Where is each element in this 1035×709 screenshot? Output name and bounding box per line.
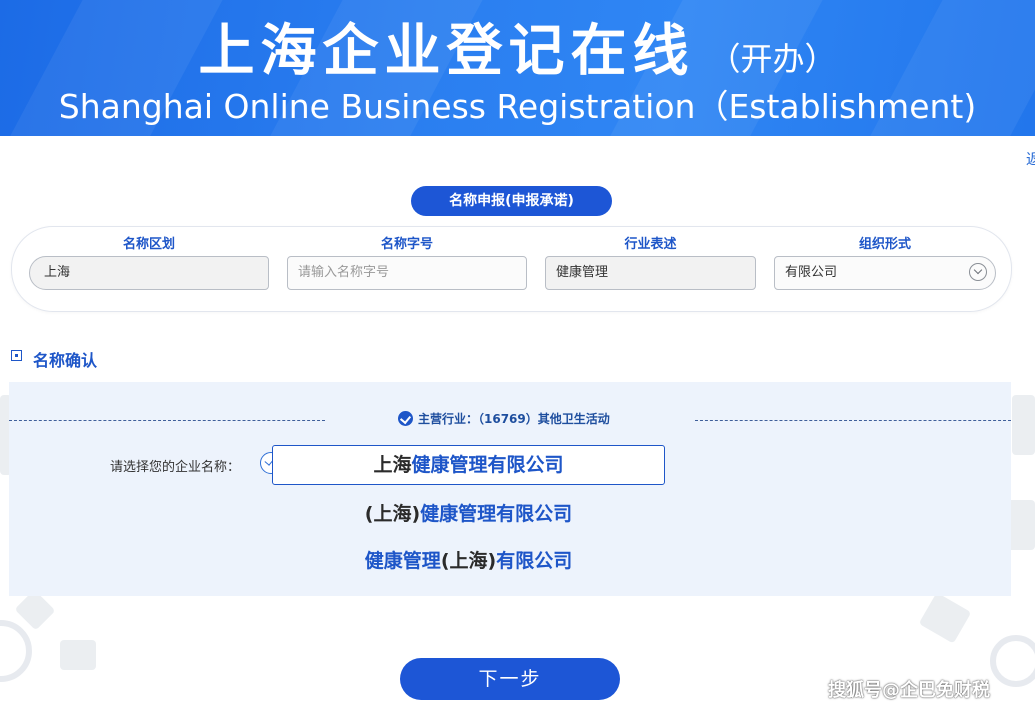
name-option-part: (上海) xyxy=(440,550,497,572)
decoration xyxy=(0,620,32,682)
banner-title-cn-suffix: （开办） xyxy=(708,40,837,78)
decoration xyxy=(1012,395,1035,455)
name-option-3[interactable]: 健康管理(上海)有限公司 xyxy=(272,547,665,575)
name-option-1[interactable]: 上海健康管理有限公司 xyxy=(272,445,665,485)
banner-title-cn: 上海企业登记在线 （开办） xyxy=(0,6,1035,87)
trade-name-input[interactable]: 请输入名称字号 xyxy=(287,256,527,290)
region-field[interactable]: 上海 xyxy=(29,256,269,290)
section-square-icon xyxy=(11,350,22,361)
name-application-title: 名称申报(申报承诺) xyxy=(411,186,612,216)
name-option-part: 有限公司 xyxy=(496,550,573,572)
next-step-button[interactable]: 下一步 xyxy=(400,658,620,700)
banner-title-cn-main: 上海企业登记在线 xyxy=(198,19,695,84)
choose-name-label: 请选择您的企业名称： xyxy=(110,460,241,475)
decoration xyxy=(990,635,1035,687)
name-option-part: 健康管理有限公司 xyxy=(411,454,564,476)
chevron-down-icon[interactable] xyxy=(969,263,987,281)
field-label-org-form: 组织形式 xyxy=(858,237,911,252)
header-banner: 上海企业登记在线 （开办） Shanghai Online Business Re… xyxy=(0,0,1035,136)
name-option-part: 健康管理 xyxy=(364,550,441,572)
name-option-part: 健康管理有限公司 xyxy=(420,503,573,525)
industry-field[interactable]: 健康管理 xyxy=(545,256,756,290)
decoration xyxy=(60,640,96,670)
org-form-select[interactable]: 有限公司 xyxy=(774,256,996,290)
name-option-part: 上海 xyxy=(373,454,412,476)
name-option-2[interactable]: (上海)健康管理有限公司 xyxy=(272,500,665,528)
check-circle-icon xyxy=(398,411,413,426)
field-label-region: 名称区划 xyxy=(122,237,175,252)
banner-title-en: Shanghai Online Business Registration（Es… xyxy=(58,87,977,126)
field-label-trade-name: 名称字号 xyxy=(380,237,433,252)
divider xyxy=(695,420,1011,421)
main-industry-text: 主营行业：（16769）其他卫生活动 xyxy=(418,412,610,426)
name-option-part: (上海) xyxy=(364,503,421,525)
field-label-industry: 行业表述 xyxy=(624,237,677,252)
back-link[interactable]: 返 xyxy=(1026,148,1035,169)
decoration xyxy=(918,592,972,644)
divider xyxy=(9,420,325,421)
name-confirm-title: 名称确认 xyxy=(33,351,98,370)
watermark-text: 搜狐号@企巴免财税 xyxy=(828,680,990,701)
